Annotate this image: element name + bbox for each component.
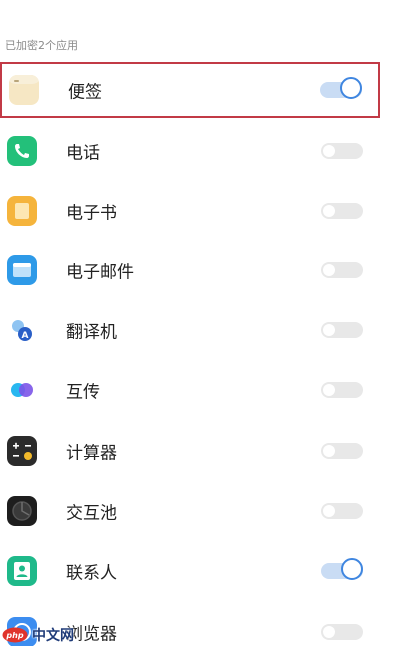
email-icon xyxy=(7,255,37,285)
toggle-knob xyxy=(323,626,335,638)
app-label: 便签 xyxy=(68,82,102,103)
toggle-knob xyxy=(323,505,335,517)
ebook-icon xyxy=(7,196,37,226)
section-header: 已加密2个应用 xyxy=(5,39,78,52)
calculator-icon xyxy=(7,436,37,466)
lock-toggle[interactable] xyxy=(321,322,363,338)
lock-toggle[interactable] xyxy=(321,262,363,278)
app-row-calculator[interactable]: 计算器 xyxy=(0,421,400,481)
app-row-notes[interactable]: 便签 xyxy=(0,62,380,118)
lock-toggle[interactable] xyxy=(321,443,363,459)
app-row-ebook[interactable]: 电子书 xyxy=(0,181,400,241)
lock-toggle[interactable] xyxy=(321,503,363,519)
app-label: 计算器 xyxy=(66,443,117,464)
app-label: 联系人 xyxy=(66,563,117,584)
app-row-translator[interactable]: A 翻译机 xyxy=(0,300,400,360)
app-lock-screen: 已加密2个应用 便签 电话 电子书 电子邮件 A 翻译机 互传 计算器 交互池 … xyxy=(0,0,400,646)
app-row-pool[interactable]: 交互池 xyxy=(0,481,400,541)
phone-icon xyxy=(7,136,37,166)
toggle-knob xyxy=(323,205,335,217)
contacts-icon xyxy=(7,556,37,586)
app-row-transfer[interactable]: 互传 xyxy=(0,360,400,420)
app-label: 交互池 xyxy=(66,503,117,524)
app-row-email[interactable]: 电子邮件 xyxy=(0,240,400,300)
watermark: php 中文网 xyxy=(2,624,74,646)
lock-toggle[interactable] xyxy=(321,558,363,580)
lock-toggle[interactable] xyxy=(320,77,362,99)
toggle-knob xyxy=(323,324,335,336)
lock-toggle[interactable] xyxy=(321,143,363,159)
app-label: 互传 xyxy=(66,382,100,403)
notes-icon xyxy=(9,75,39,105)
pool-icon xyxy=(7,496,37,526)
translator-icon: A xyxy=(7,315,37,345)
app-label: 翻译机 xyxy=(66,322,117,343)
lock-toggle[interactable] xyxy=(321,382,363,398)
lock-toggle[interactable] xyxy=(321,203,363,219)
svg-text:php: php xyxy=(5,631,23,640)
watermark-text: 中文网 xyxy=(32,628,74,644)
app-row-contacts[interactable]: 联系人 xyxy=(0,541,400,601)
app-row-phone[interactable]: 电话 xyxy=(0,121,400,181)
app-label: 电子邮件 xyxy=(66,262,134,283)
php-logo-icon: php xyxy=(2,627,28,643)
toggle-knob xyxy=(340,77,362,99)
transfer-icon xyxy=(7,375,37,405)
app-label: 电子书 xyxy=(66,203,117,224)
svg-text:A: A xyxy=(22,331,29,341)
toggle-knob xyxy=(323,145,335,157)
toggle-knob xyxy=(323,384,335,396)
toggle-knob xyxy=(323,264,335,276)
lock-toggle[interactable] xyxy=(321,624,363,640)
app-label: 电话 xyxy=(66,143,100,164)
toggle-knob xyxy=(323,445,335,457)
toggle-knob xyxy=(341,558,363,580)
